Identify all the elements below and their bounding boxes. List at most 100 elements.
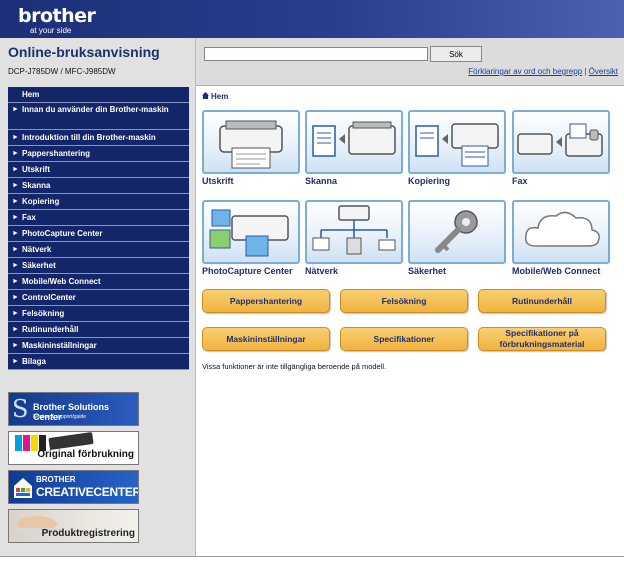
availability-notice: Vissa funktioner är inte tillgängliga be…	[202, 362, 387, 371]
tile-box	[305, 110, 403, 174]
sidebar-item-hem[interactable]: Hem	[8, 87, 189, 103]
main-content: Hem Utskrift Skanna Kopiering Fax PhotoC…	[196, 86, 624, 556]
tile-box	[202, 200, 300, 264]
felsokning-button[interactable]: Felsökning	[340, 289, 468, 313]
original-supplies-label: Original förbrukning	[37, 449, 134, 460]
tile-label: Utskrift	[202, 176, 234, 186]
maskininstallningar-button[interactable]: Maskininställningar	[202, 327, 330, 351]
specifikationer-forbrukning-button[interactable]: Specifikationer på förbrukningsmaterial	[478, 327, 606, 351]
pappershantering-button[interactable]: Pappershantering	[202, 289, 330, 313]
tile-box	[408, 200, 506, 264]
arrow-right-icon: ►	[12, 326, 19, 333]
solutions-subtitle: Service & support/guide	[33, 414, 87, 420]
glossary-link[interactable]: Förklaringar av ord och begrepp	[468, 67, 582, 76]
sidebar-item-label: Fax	[22, 213, 36, 222]
sidebar-item-innan[interactable]: ► Innan du använder din Brother-maskin	[8, 103, 189, 130]
sidebar-item-rutinunderhall[interactable]: ► Rutinunderhåll	[8, 322, 189, 338]
solutions-center-banner[interactable]: S Brother Solutions Center Service & sup…	[8, 392, 139, 426]
sidebar-item-kopiering[interactable]: ► Kopiering	[8, 194, 189, 210]
creative-center-banner[interactable]: BROTHER CREATIVECENTER	[8, 470, 139, 504]
tile-kopiering[interactable]: Kopiering	[408, 110, 506, 186]
tile-fax[interactable]: Fax	[512, 110, 610, 186]
arrow-right-icon: ►	[12, 166, 19, 173]
tile-label: Fax	[512, 176, 528, 186]
sidebar-item-felsokning[interactable]: ► Felsökning	[8, 306, 189, 322]
breadcrumb[interactable]: Hem	[202, 92, 228, 101]
product-registration-banner[interactable]: Produktregistrering	[8, 509, 139, 543]
ink-cartridge-icon	[23, 435, 30, 451]
sidebar: Online-bruksanvisning DCP-J785DW / MFC-J…	[0, 38, 196, 563]
tile-photocapture[interactable]: PhotoCapture Center	[202, 200, 300, 276]
tile-box	[512, 110, 610, 174]
sidebar-item-sakerhet[interactable]: ► Säkerhet	[8, 258, 189, 274]
creative-top-label: BROTHER	[36, 475, 76, 484]
search-input[interactable]	[204, 47, 428, 61]
original-supplies-banner[interactable]: Original förbrukning	[8, 431, 139, 465]
cloud-icon	[524, 211, 600, 247]
arrow-right-icon: ►	[12, 182, 19, 189]
sidebar-item-photocapture[interactable]: ► PhotoCapture Center	[8, 226, 189, 242]
sidebar-item-maskininstallningar[interactable]: ► Maskininställningar	[8, 338, 189, 354]
tile-natverk[interactable]: Nätverk	[305, 200, 403, 276]
arrow-right-icon: ►	[12, 214, 19, 221]
tile-box	[305, 200, 403, 264]
rutinunderhall-button[interactable]: Rutinunderhåll	[478, 289, 606, 313]
sidebar-item-label: Rutinunderhåll	[22, 325, 79, 334]
breadcrumb-label: Hem	[211, 92, 229, 101]
tile-label: Kopiering	[408, 176, 450, 186]
overview-link[interactable]: Översikt	[589, 67, 618, 76]
tile-utskrift[interactable]: Utskrift	[202, 110, 300, 186]
arrow-right-icon: ►	[12, 246, 19, 253]
sidebar-nav: Hem ► Innan du använder din Brother-maski…	[8, 87, 189, 370]
guide-title: Online-bruksanvisning	[8, 44, 160, 60]
sidebar-item-bilaga[interactable]: ► Bilaga	[8, 354, 189, 370]
registration-label: Produktregistrering	[41, 528, 135, 539]
model-name: DCP-J785DW / MFC-J985DW	[8, 67, 116, 76]
sidebar-item-fax[interactable]: ► Fax	[8, 210, 189, 226]
sidebar-item-skanna[interactable]: ► Skanna	[8, 178, 189, 194]
tile-box	[202, 110, 300, 174]
sidebar-item-label: Nätverk	[22, 245, 52, 254]
key-icon	[435, 210, 478, 253]
sidebar-item-controlcenter[interactable]: ► ControlCenter	[8, 290, 189, 306]
brand-name: brother	[18, 5, 96, 27]
arrow-right-icon: ►	[12, 278, 19, 285]
copy-icon	[415, 123, 499, 167]
sidebar-item-introduktion[interactable]: ► Introduktion till din Brother-maskin	[8, 130, 189, 146]
network-icon	[312, 205, 396, 255]
arrow-right-icon: ►	[12, 342, 19, 349]
sidebar-item-label: Hem	[22, 90, 40, 99]
arrow-right-icon: ►	[12, 358, 19, 365]
tile-label: Skanna	[305, 176, 338, 186]
sidebar-item-label: Bilaga	[22, 357, 47, 366]
tile-label: Säkerhet	[408, 266, 447, 276]
top-header: brother at your side	[0, 0, 624, 38]
scan-icon	[312, 121, 396, 157]
brand-tagline: at your side	[30, 26, 72, 35]
tile-box	[512, 200, 610, 264]
footer-bar	[0, 556, 624, 563]
arrow-right-icon: ►	[12, 106, 19, 113]
tile-box	[408, 110, 506, 174]
top-links: Förklaringar av ord och begrepp | Översi…	[468, 67, 618, 76]
photo-icon	[209, 209, 289, 257]
creative-main-label: CREATIVECENTER	[36, 485, 139, 499]
solutions-s-icon: S	[12, 395, 29, 423]
sidebar-item-natverk[interactable]: ► Nätverk	[8, 242, 189, 258]
sidebar-item-utskrift[interactable]: ► Utskrift	[8, 162, 189, 178]
tile-mobile-web[interactable]: Mobile/Web Connect	[512, 200, 610, 276]
specifikationer-button[interactable]: Specifikationer	[340, 327, 468, 351]
sidebar-item-label: Mobile/Web Connect	[22, 277, 101, 286]
sidebar-item-label: Kopiering	[22, 197, 60, 206]
tile-sakerhet[interactable]: Säkerhet	[408, 200, 506, 276]
arrow-right-icon: ►	[12, 150, 19, 157]
sidebar-item-label: Skanna	[22, 181, 51, 190]
sidebar-item-mobile-web[interactable]: ► Mobile/Web Connect	[8, 274, 189, 290]
tile-skanna[interactable]: Skanna	[305, 110, 403, 186]
search-button[interactable]: Sök	[430, 46, 482, 62]
sidebar-item-pappershantering[interactable]: ► Pappershantering	[8, 146, 189, 162]
tile-label: Mobile/Web Connect	[512, 266, 601, 276]
sidebar-item-label: Utskrift	[22, 165, 51, 174]
brother-logo[interactable]: brother at your side	[18, 5, 96, 35]
tile-label: PhotoCapture Center	[202, 266, 293, 276]
